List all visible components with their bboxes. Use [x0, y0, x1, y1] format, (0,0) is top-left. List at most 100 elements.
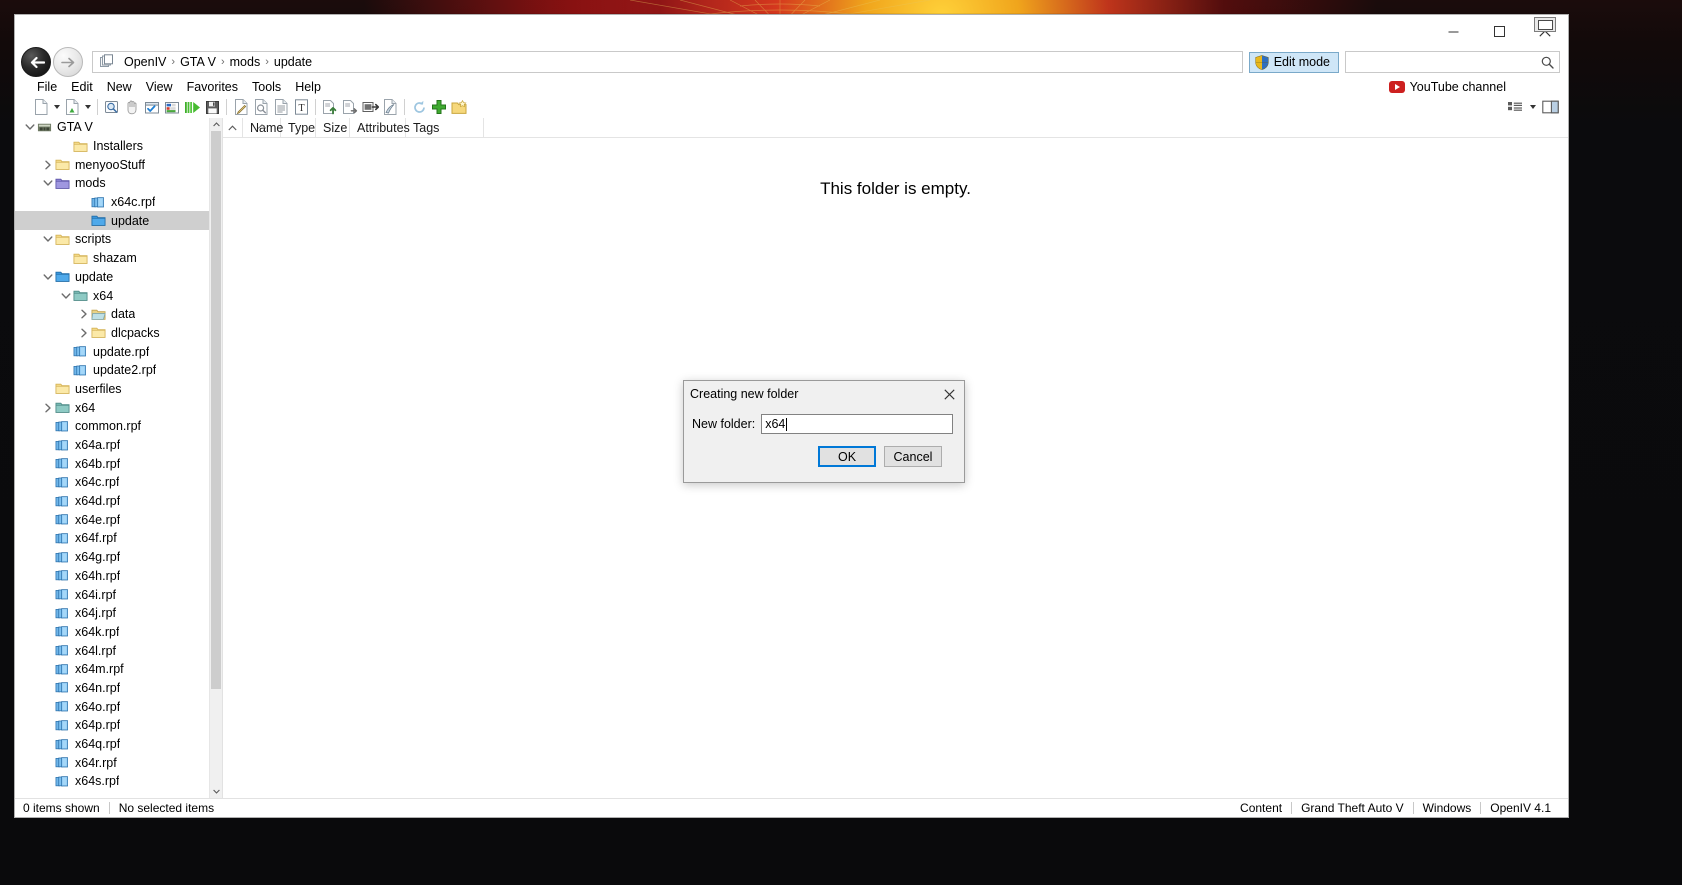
column-header-tags[interactable]: Tags — [406, 118, 484, 137]
minimize-button[interactable] — [1430, 15, 1476, 47]
tree-twisty-down[interactable] — [59, 287, 73, 305]
tree-item-x64c-rpf[interactable]: x64c.rpf — [15, 193, 209, 212]
tree-item-x64i-rpf[interactable]: x64i.rpf — [15, 585, 209, 604]
menu-item-help[interactable]: Help — [288, 79, 328, 95]
column-header-attributes[interactable]: Attributes — [350, 118, 410, 137]
tree-scrollbar[interactable] — [209, 118, 222, 798]
tree-item-shazam[interactable]: shazam — [15, 249, 209, 268]
menu-item-favorites[interactable]: Favorites — [180, 79, 245, 95]
new-file-button[interactable] — [31, 97, 51, 117]
tree-item-data[interactable]: data — [15, 305, 209, 324]
menu-item-edit[interactable]: Edit — [64, 79, 100, 95]
new-file-import-button[interactable] — [62, 97, 82, 117]
hand-tool-button[interactable] — [122, 97, 142, 117]
tree-item-common-rpf[interactable]: common.rpf — [15, 417, 209, 436]
tree-item-x64p-rpf[interactable]: x64p.rpf — [15, 716, 209, 735]
cancel-button[interactable]: Cancel — [884, 446, 942, 467]
forward-button[interactable] — [53, 47, 83, 77]
breadcrumb-item-openiv[interactable]: OpenIV — [120, 54, 170, 70]
tree-item-mods[interactable]: mods — [15, 174, 209, 193]
play-green-button[interactable] — [182, 97, 202, 117]
tree-item-x64h-rpf[interactable]: x64h.rpf — [15, 567, 209, 586]
tree-item-x64m-rpf[interactable]: x64m.rpf — [15, 660, 209, 679]
menu-item-new[interactable]: New — [100, 79, 139, 95]
text-document-button[interactable] — [271, 97, 291, 117]
tree-item-x64n-rpf[interactable]: x64n.rpf — [15, 679, 209, 698]
checklist-button[interactable] — [142, 97, 162, 117]
edit-document-button[interactable] — [231, 97, 251, 117]
tree-twisty-right[interactable] — [77, 324, 91, 342]
panel-toggle-button[interactable] — [1534, 17, 1556, 32]
tree-item-userfiles[interactable]: userfiles — [15, 380, 209, 399]
tree-item-x64[interactable]: x64 — [15, 286, 209, 305]
tree-item-x64g-rpf[interactable]: x64g.rpf — [15, 548, 209, 567]
tree-twisty-right[interactable] — [77, 305, 91, 323]
tree-scroll-thumb[interactable] — [211, 131, 221, 689]
tree-item-x64s-rpf[interactable]: x64s.rpf — [15, 772, 209, 791]
breadcrumb-item-mods[interactable]: mods — [226, 54, 265, 70]
tree-item-installers[interactable]: Installers — [15, 137, 209, 156]
extract-button[interactable] — [360, 97, 380, 117]
tree-item-x64[interactable]: x64 — [15, 398, 209, 417]
view-caret-dropdown[interactable] — [1527, 97, 1538, 117]
tree-item-x64k-rpf[interactable]: x64k.rpf — [15, 623, 209, 642]
ok-button[interactable]: OK — [818, 446, 876, 467]
text-format-button[interactable]: T — [291, 97, 311, 117]
tree-item-x64a-rpf[interactable]: x64a.rpf — [15, 436, 209, 455]
address-bar[interactable]: OpenIV › GTA V › mods › update — [92, 51, 1243, 73]
tree-item-x64q-rpf[interactable]: x64q.rpf — [15, 735, 209, 754]
breadcrumb-item-update[interactable]: update — [270, 54, 316, 70]
import-arrow-button[interactable] — [320, 97, 340, 117]
tree-item-dlcpacks[interactable]: dlcpacks — [15, 324, 209, 343]
export-arrow-button[interactable] — [340, 97, 360, 117]
tree-item-x64r-rpf[interactable]: x64r.rpf — [15, 753, 209, 772]
maximize-button[interactable] — [1476, 15, 1522, 47]
tree-item-x64f-rpf[interactable]: x64f.rpf — [15, 529, 209, 548]
tree-twisty-right[interactable] — [41, 156, 55, 174]
save-disk-button[interactable] — [202, 97, 222, 117]
view-pane-button[interactable] — [1540, 97, 1560, 117]
pencil-edit-button[interactable] — [380, 97, 400, 117]
column-header-size[interactable]: Size — [316, 118, 350, 137]
tree-twisty-down[interactable] — [41, 268, 55, 286]
tree-item-update-rpf[interactable]: update.rpf — [15, 342, 209, 361]
tree-item-update[interactable]: update — [15, 211, 209, 231]
youtube-channel-link[interactable]: YouTube channel — [1388, 80, 1506, 94]
tree-twisty-down[interactable] — [41, 174, 55, 192]
refresh-button[interactable] — [409, 97, 429, 117]
dialog-close-button[interactable] — [934, 381, 964, 407]
tree-twisty-right[interactable] — [41, 399, 55, 417]
tree-twisty-down[interactable] — [41, 230, 55, 248]
tree-item-gta-v[interactable]: GTA V — [15, 118, 209, 137]
new-file-import-dropdown[interactable] — [82, 97, 93, 117]
column-collapse-button[interactable] — [223, 118, 243, 137]
tree-item-update[interactable]: update — [15, 268, 209, 287]
tree-item-x64c-rpf[interactable]: x64c.rpf — [15, 473, 209, 492]
preview-zoom-button[interactable] — [251, 97, 271, 117]
menu-item-file[interactable]: File — [30, 79, 64, 95]
tree-item-x64l-rpf[interactable]: x64l.rpf — [15, 641, 209, 660]
search-input[interactable] — [1345, 51, 1560, 73]
tree-scroll-up-button[interactable] — [210, 118, 222, 131]
edit-mode-button[interactable]: Edit mode — [1248, 51, 1339, 73]
folder-tree[interactable]: GTA V Installers menyooStuff mods x64c.rpf up… — [15, 118, 209, 798]
new-folder-button[interactable] — [449, 97, 469, 117]
tree-item-x64d-rpf[interactable]: x64d.rpf — [15, 492, 209, 511]
menu-item-view[interactable]: View — [139, 79, 180, 95]
tree-item-x64j-rpf[interactable]: x64j.rpf — [15, 604, 209, 623]
tree-item-x64o-rpf[interactable]: x64o.rpf — [15, 697, 209, 716]
add-plus-button[interactable] — [429, 97, 449, 117]
view-list-button[interactable] — [1505, 97, 1525, 117]
tree-item-x64b-rpf[interactable]: x64b.rpf — [15, 454, 209, 473]
tree-item-update2-rpf[interactable]: update2.rpf — [15, 361, 209, 380]
menu-item-tools[interactable]: Tools — [245, 79, 288, 95]
tree-item-scripts[interactable]: scripts — [15, 230, 209, 249]
column-header-name[interactable]: Name — [243, 118, 283, 137]
new-folder-input[interactable]: x64 — [761, 414, 953, 434]
tree-item-menyoostuff[interactable]: menyooStuff — [15, 155, 209, 174]
column-header-type[interactable]: Type — [281, 118, 316, 137]
tree-item-x64e-rpf[interactable]: x64e.rpf — [15, 510, 209, 529]
color-chart-button[interactable] — [162, 97, 182, 117]
breadcrumb-item-gtav[interactable]: GTA V — [176, 54, 220, 70]
tree-twisty-down[interactable] — [23, 118, 37, 136]
